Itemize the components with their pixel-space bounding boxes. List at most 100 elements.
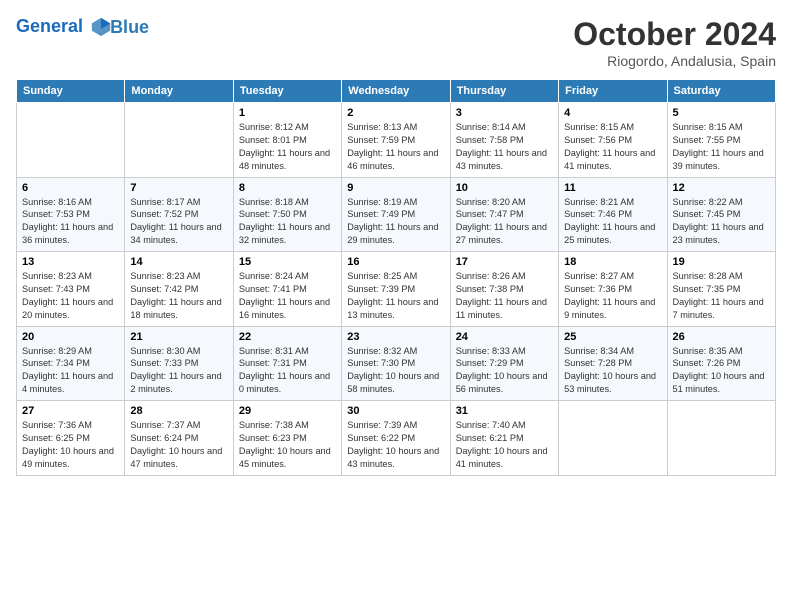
calendar-table: Sunday Monday Tuesday Wednesday Thursday…: [16, 79, 776, 476]
calendar-week-1: 1 Sunrise: 8:12 AMSunset: 8:01 PMDayligh…: [17, 103, 776, 178]
day-info: Sunrise: 8:15 AMSunset: 7:55 PMDaylight:…: [673, 121, 770, 173]
day-info: Sunrise: 7:37 AMSunset: 6:24 PMDaylight:…: [130, 419, 227, 471]
calendar-week-4: 20 Sunrise: 8:29 AMSunset: 7:34 PMDaylig…: [17, 326, 776, 401]
col-sunday: Sunday: [17, 80, 125, 103]
day-number: 29: [239, 405, 336, 417]
day-info: Sunrise: 8:22 AMSunset: 7:45 PMDaylight:…: [673, 196, 770, 248]
day-number: 5: [673, 107, 770, 119]
day-number: 15: [239, 256, 336, 268]
col-friday: Friday: [559, 80, 667, 103]
day-number: 20: [22, 331, 119, 343]
day-info: Sunrise: 8:27 AMSunset: 7:36 PMDaylight:…: [564, 270, 661, 322]
table-row: 10 Sunrise: 8:20 AMSunset: 7:47 PMDaylig…: [450, 177, 558, 252]
day-info: Sunrise: 8:28 AMSunset: 7:35 PMDaylight:…: [673, 270, 770, 322]
table-row: 31 Sunrise: 7:40 AMSunset: 6:21 PMDaylig…: [450, 401, 558, 476]
day-number: 9: [347, 182, 444, 194]
table-row: 23 Sunrise: 8:32 AMSunset: 7:30 PMDaylig…: [342, 326, 450, 401]
page: General Blue October 2024 Riogordo, Anda…: [0, 0, 792, 612]
day-info: Sunrise: 8:23 AMSunset: 7:42 PMDaylight:…: [130, 270, 227, 322]
logo-blue: Blue: [110, 17, 149, 38]
table-row: 1 Sunrise: 8:12 AMSunset: 8:01 PMDayligh…: [233, 103, 341, 178]
table-row: 15 Sunrise: 8:24 AMSunset: 7:41 PMDaylig…: [233, 252, 341, 327]
table-row: 20 Sunrise: 8:29 AMSunset: 7:34 PMDaylig…: [17, 326, 125, 401]
day-number: 22: [239, 331, 336, 343]
table-row: 6 Sunrise: 8:16 AMSunset: 7:53 PMDayligh…: [17, 177, 125, 252]
col-wednesday: Wednesday: [342, 80, 450, 103]
day-info: Sunrise: 7:36 AMSunset: 6:25 PMDaylight:…: [22, 419, 119, 471]
table-row: 11 Sunrise: 8:21 AMSunset: 7:46 PMDaylig…: [559, 177, 667, 252]
title-block: October 2024 Riogordo, Andalusia, Spain: [573, 16, 776, 69]
logo-icon: [90, 16, 112, 38]
day-number: 12: [673, 182, 770, 194]
day-info: Sunrise: 8:21 AMSunset: 7:46 PMDaylight:…: [564, 196, 661, 248]
table-row: 13 Sunrise: 8:23 AMSunset: 7:43 PMDaylig…: [17, 252, 125, 327]
calendar-week-2: 6 Sunrise: 8:16 AMSunset: 7:53 PMDayligh…: [17, 177, 776, 252]
table-row: [125, 103, 233, 178]
table-row: 21 Sunrise: 8:30 AMSunset: 7:33 PMDaylig…: [125, 326, 233, 401]
day-info: Sunrise: 8:30 AMSunset: 7:33 PMDaylight:…: [130, 345, 227, 397]
day-number: 7: [130, 182, 227, 194]
col-tuesday: Tuesday: [233, 80, 341, 103]
day-info: Sunrise: 8:33 AMSunset: 7:29 PMDaylight:…: [456, 345, 553, 397]
day-number: 3: [456, 107, 553, 119]
day-number: 25: [564, 331, 661, 343]
day-info: Sunrise: 7:39 AMSunset: 6:22 PMDaylight:…: [347, 419, 444, 471]
table-row: 17 Sunrise: 8:26 AMSunset: 7:38 PMDaylig…: [450, 252, 558, 327]
day-info: Sunrise: 8:24 AMSunset: 7:41 PMDaylight:…: [239, 270, 336, 322]
col-saturday: Saturday: [667, 80, 775, 103]
day-number: 14: [130, 256, 227, 268]
day-info: Sunrise: 8:14 AMSunset: 7:58 PMDaylight:…: [456, 121, 553, 173]
day-info: Sunrise: 8:15 AMSunset: 7:56 PMDaylight:…: [564, 121, 661, 173]
logo-text: General: [16, 16, 112, 38]
day-number: 31: [456, 405, 553, 417]
day-number: 17: [456, 256, 553, 268]
col-monday: Monday: [125, 80, 233, 103]
table-row: 24 Sunrise: 8:33 AMSunset: 7:29 PMDaylig…: [450, 326, 558, 401]
day-info: Sunrise: 7:38 AMSunset: 6:23 PMDaylight:…: [239, 419, 336, 471]
day-number: 18: [564, 256, 661, 268]
table-row: [559, 401, 667, 476]
day-number: 13: [22, 256, 119, 268]
month-title: October 2024: [573, 16, 776, 53]
calendar-week-5: 27 Sunrise: 7:36 AMSunset: 6:25 PMDaylig…: [17, 401, 776, 476]
table-row: 8 Sunrise: 8:18 AMSunset: 7:50 PMDayligh…: [233, 177, 341, 252]
table-row: 22 Sunrise: 8:31 AMSunset: 7:31 PMDaylig…: [233, 326, 341, 401]
logo: General Blue: [16, 16, 149, 38]
day-number: 8: [239, 182, 336, 194]
day-info: Sunrise: 8:31 AMSunset: 7:31 PMDaylight:…: [239, 345, 336, 397]
table-row: 9 Sunrise: 8:19 AMSunset: 7:49 PMDayligh…: [342, 177, 450, 252]
day-info: Sunrise: 8:23 AMSunset: 7:43 PMDaylight:…: [22, 270, 119, 322]
day-info: Sunrise: 8:29 AMSunset: 7:34 PMDaylight:…: [22, 345, 119, 397]
calendar-header-row: Sunday Monday Tuesday Wednesday Thursday…: [17, 80, 776, 103]
day-number: 24: [456, 331, 553, 343]
day-number: 23: [347, 331, 444, 343]
day-info: Sunrise: 8:18 AMSunset: 7:50 PMDaylight:…: [239, 196, 336, 248]
table-row: 5 Sunrise: 8:15 AMSunset: 7:55 PMDayligh…: [667, 103, 775, 178]
calendar-body: 1 Sunrise: 8:12 AMSunset: 8:01 PMDayligh…: [17, 103, 776, 476]
table-row: 16 Sunrise: 8:25 AMSunset: 7:39 PMDaylig…: [342, 252, 450, 327]
day-number: 16: [347, 256, 444, 268]
day-number: 2: [347, 107, 444, 119]
table-row: 29 Sunrise: 7:38 AMSunset: 6:23 PMDaylig…: [233, 401, 341, 476]
day-number: 27: [22, 405, 119, 417]
day-info: Sunrise: 8:12 AMSunset: 8:01 PMDaylight:…: [239, 121, 336, 173]
day-info: Sunrise: 8:16 AMSunset: 7:53 PMDaylight:…: [22, 196, 119, 248]
col-thursday: Thursday: [450, 80, 558, 103]
day-number: 1: [239, 107, 336, 119]
table-row: 27 Sunrise: 7:36 AMSunset: 6:25 PMDaylig…: [17, 401, 125, 476]
day-number: 30: [347, 405, 444, 417]
table-row: 14 Sunrise: 8:23 AMSunset: 7:42 PMDaylig…: [125, 252, 233, 327]
day-info: Sunrise: 8:26 AMSunset: 7:38 PMDaylight:…: [456, 270, 553, 322]
day-number: 28: [130, 405, 227, 417]
table-row: 18 Sunrise: 8:27 AMSunset: 7:36 PMDaylig…: [559, 252, 667, 327]
day-info: Sunrise: 7:40 AMSunset: 6:21 PMDaylight:…: [456, 419, 553, 471]
day-info: Sunrise: 8:17 AMSunset: 7:52 PMDaylight:…: [130, 196, 227, 248]
table-row: [17, 103, 125, 178]
table-row: 12 Sunrise: 8:22 AMSunset: 7:45 PMDaylig…: [667, 177, 775, 252]
logo-general: General: [16, 16, 83, 36]
table-row: 3 Sunrise: 8:14 AMSunset: 7:58 PMDayligh…: [450, 103, 558, 178]
table-row: 25 Sunrise: 8:34 AMSunset: 7:28 PMDaylig…: [559, 326, 667, 401]
table-row: 4 Sunrise: 8:15 AMSunset: 7:56 PMDayligh…: [559, 103, 667, 178]
day-number: 19: [673, 256, 770, 268]
day-number: 10: [456, 182, 553, 194]
